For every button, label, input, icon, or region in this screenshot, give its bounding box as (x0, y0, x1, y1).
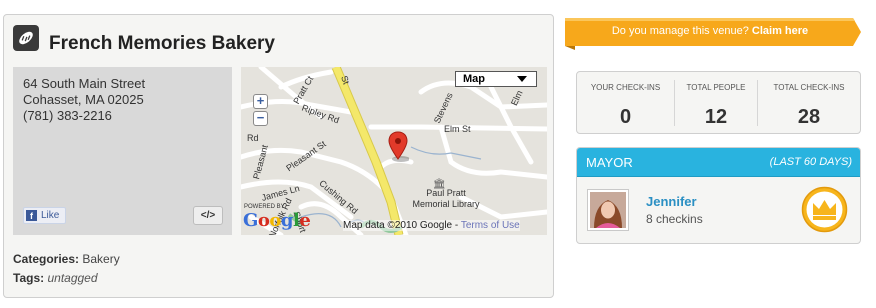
zoom-out-button[interactable]: − (253, 111, 268, 126)
venue-card: French Memories Bakery 64 South Main Str… (3, 14, 554, 298)
crown-icon (801, 186, 848, 233)
address-phone: (781) 383-2216 (23, 108, 112, 123)
stat-total-people: TOTAL PEOPLE 12 (675, 72, 757, 133)
stat-value: 12 (704, 106, 728, 128)
mayor-header: MAYOR (LAST 60 DAYS) (577, 148, 860, 177)
terms-of-use-link[interactable]: Terms of Use (461, 220, 520, 231)
claim-text: Do you manage this venue? Claim here (565, 25, 855, 37)
map-type-select[interactable]: Map (455, 71, 537, 87)
stat-total-checkins: TOTAL CHECK-INS 28 (758, 72, 860, 133)
stat-value: 28 (797, 106, 821, 128)
checkin-stats: YOUR CHECK-INS 0 TOTAL PEOPLE 12 TOTAL C… (576, 71, 861, 134)
tags-row: Tags: untagged (13, 271, 98, 285)
venue-title: French Memories Bakery (49, 33, 275, 54)
mayor-title: MAYOR (586, 155, 633, 170)
mayor-card: MAYOR (LAST 60 DAYS) Jennifer 8 checkins (576, 147, 861, 244)
claim-venue-banner[interactable]: Do you manage this venue? Claim here (565, 14, 861, 50)
facebook-like-button[interactable]: f Like (23, 207, 66, 224)
attribution-text: Map data ©2010 Google - (343, 220, 461, 231)
stat-label: YOUR CHECK-INS (590, 83, 661, 92)
stat-label: TOTAL PEOPLE (686, 83, 746, 92)
road-label: Elm St (444, 124, 471, 134)
address-panel: 64 South Main Street Cohasset, MA 02025 … (13, 67, 232, 235)
mayor-period: (LAST 60 DAYS) (769, 156, 852, 168)
poi-line2: Memorial Library (412, 199, 480, 209)
tags-label: Tags: (13, 271, 45, 285)
address-street: 64 South Main Street (23, 76, 146, 91)
tags-value: untagged (47, 271, 98, 285)
poi-line1: Paul Pratt (426, 188, 466, 198)
map-type-label: Map (463, 73, 485, 85)
stat-value: 0 (619, 106, 632, 128)
claim-link[interactable]: Claim here (752, 25, 808, 37)
google-logo: Google (243, 210, 311, 231)
dropdown-arrow-icon (517, 76, 527, 82)
zoom-in-button[interactable]: + (253, 94, 268, 109)
map-attribution: Map data ©2010 Google - Terms of Use (343, 220, 520, 231)
categories-row: Categories: Bakery (13, 252, 120, 266)
categories-label: Categories: (13, 252, 80, 266)
claim-prompt: Do you manage this venue? (611, 25, 749, 37)
stat-label: TOTAL CHECK-INS (773, 83, 845, 92)
poi-library: Paul Pratt Memorial Library (401, 188, 491, 210)
categories-value[interactable]: Bakery (82, 252, 119, 266)
stat-your-checkins: YOUR CHECK-INS 0 (577, 72, 674, 133)
like-label: Like (41, 210, 60, 221)
road-label: Rd (247, 133, 259, 143)
address-city: Cohasset, MA 02025 (23, 92, 144, 107)
mayor-name-link[interactable]: Jennifer (646, 194, 697, 209)
mayor-avatar[interactable] (587, 189, 629, 231)
map-marker-icon[interactable] (387, 131, 409, 163)
embed-code-button[interactable]: </> (193, 206, 223, 225)
mayor-checkins: 8 checkins (646, 212, 703, 226)
venue-map[interactable]: + − Map Pratt Ct Ripley Rd Elm St Steven… (241, 67, 547, 235)
facebook-icon: f (26, 210, 37, 221)
bakery-bread-icon (13, 25, 39, 51)
